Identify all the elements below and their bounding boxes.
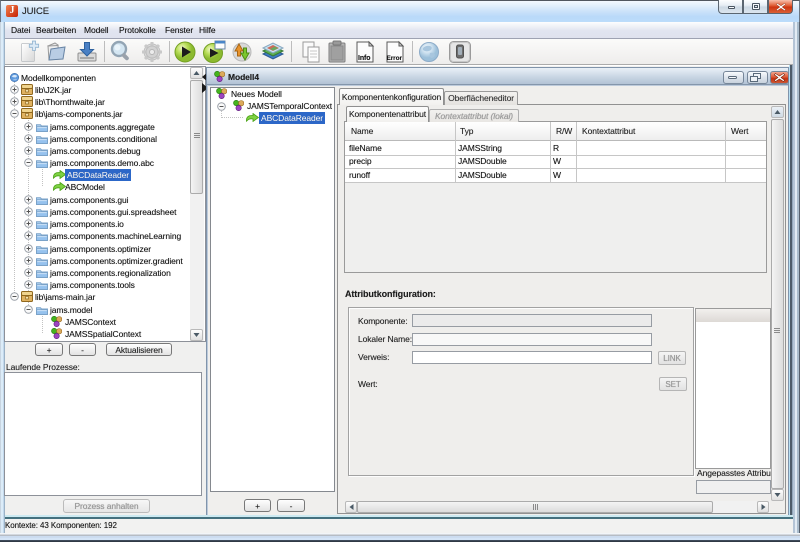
svg-text:Info: Info [358, 55, 370, 62]
svg-text:Error: Error [387, 55, 403, 62]
